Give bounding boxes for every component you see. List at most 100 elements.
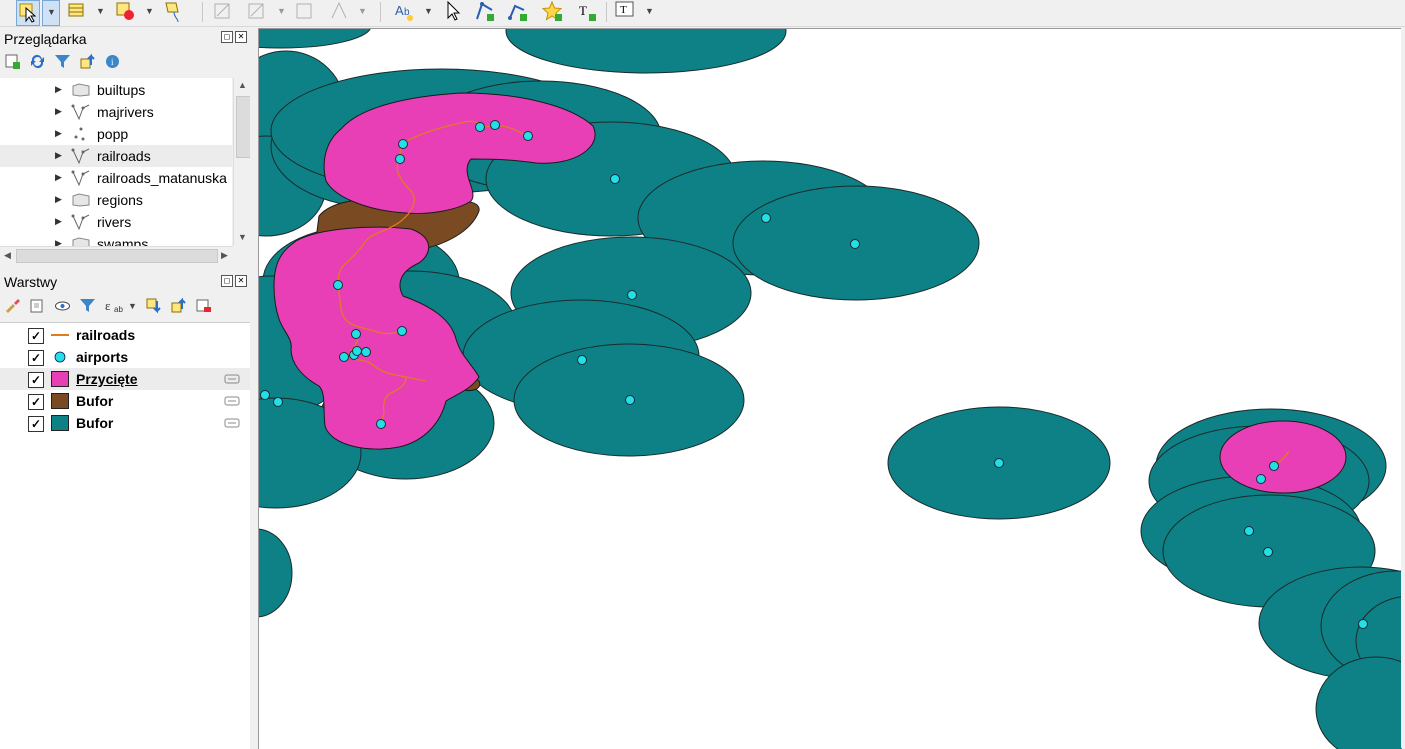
map-canvas[interactable] xyxy=(258,28,1402,749)
filter-icon[interactable] xyxy=(54,53,71,70)
float-panel-icon[interactable]: ◻ xyxy=(221,275,233,287)
refresh-icon[interactable] xyxy=(29,53,46,70)
add-node-icon[interactable] xyxy=(507,0,529,24)
layer-item-bufor-teal[interactable]: ✓ Bufor xyxy=(0,412,250,434)
layer-visibility-checkbox[interactable]: ✓ xyxy=(28,394,44,410)
tree-item-label: popp xyxy=(97,126,129,142)
line-symbol-icon xyxy=(51,334,69,336)
text-icon[interactable]: T xyxy=(614,0,636,24)
layer-visibility-checkbox[interactable]: ✓ xyxy=(28,416,44,432)
scroll-up-icon[interactable]: ▲ xyxy=(238,80,247,90)
scrollbar-thumb[interactable] xyxy=(16,249,218,263)
chevron-down-icon[interactable]: ▼ xyxy=(358,6,367,16)
info-icon[interactable]: i xyxy=(104,53,121,70)
close-panel-icon[interactable]: ✕ xyxy=(235,31,247,43)
tree-item-label: builtups xyxy=(97,82,146,98)
close-panel-icon[interactable]: ✕ xyxy=(235,275,247,287)
layer-label: Bufor xyxy=(76,393,114,409)
polygon-symbol-icon xyxy=(51,393,69,409)
star-icon[interactable] xyxy=(541,0,563,24)
line-layer-icon xyxy=(71,214,90,231)
layer-item-przyciete[interactable]: ✓ Przycięte xyxy=(0,368,250,390)
layer-visibility-checkbox[interactable]: ✓ xyxy=(28,350,44,366)
polygon-layer-icon xyxy=(72,237,90,246)
select-dropdown-button[interactable]: ▼ xyxy=(42,0,60,26)
line-layer-icon xyxy=(71,104,90,121)
panel-splitter[interactable] xyxy=(250,28,258,748)
edit-icon[interactable] xyxy=(246,0,268,24)
chevron-down-icon[interactable]: ▼ xyxy=(645,6,654,16)
remove-layer-icon[interactable] xyxy=(195,297,212,314)
float-panel-icon[interactable]: ◻ xyxy=(221,31,233,43)
polygon-layer-icon xyxy=(72,83,90,97)
remove-selection-icon[interactable] xyxy=(114,0,136,24)
tree-item-rivers[interactable]: ▶ rivers xyxy=(0,211,232,233)
tree-item-label: railroads xyxy=(97,148,151,164)
map-render[interactable] xyxy=(259,29,1402,749)
digitize-icon[interactable] xyxy=(212,0,234,24)
tree-item-regions[interactable]: ▶ regions xyxy=(0,189,232,211)
layer-visibility-checkbox[interactable]: ✓ xyxy=(28,328,44,344)
tree-item-railroads[interactable]: ▶ railroads xyxy=(0,145,232,167)
polygon-symbol-icon xyxy=(51,371,69,387)
layers-panel-title: Warstwy xyxy=(4,274,58,290)
deselect-icon[interactable] xyxy=(162,0,184,24)
polygon-symbol-icon xyxy=(51,415,69,431)
browser-vertical-scrollbar[interactable]: ▲ ▼ xyxy=(233,78,251,246)
svg-text:T: T xyxy=(620,4,627,16)
scrollbar-thumb[interactable] xyxy=(236,96,251,158)
collapse-all-icon[interactable] xyxy=(79,53,96,70)
chevron-down-icon[interactable]: ▼ xyxy=(424,6,433,16)
chevron-down-icon[interactable]: ▼ xyxy=(96,6,105,16)
layer-visibility-checkbox[interactable]: ✓ xyxy=(28,372,44,388)
text-annotation-icon[interactable]: T xyxy=(576,0,598,24)
chevron-down-icon[interactable]: ▼ xyxy=(145,6,154,16)
tree-item-builtups[interactable]: ▶ builtups xyxy=(0,79,232,101)
layer-effects-icon[interactable] xyxy=(224,373,240,385)
layer-item-railroads[interactable]: ✓ railroads xyxy=(0,324,250,346)
expand-all-icon[interactable] xyxy=(145,297,162,314)
layers-tree: ✓ railroads ✓ airports ✓ Przycięte ✓ Buf… xyxy=(0,322,250,749)
svg-text:ab: ab xyxy=(114,305,123,314)
layer-effects-icon[interactable] xyxy=(224,417,240,429)
node-tool-icon[interactable] xyxy=(294,0,316,24)
scroll-left-icon[interactable]: ◀ xyxy=(4,250,11,261)
vertex-icon[interactable] xyxy=(328,0,350,24)
browser-horizontal-scrollbar[interactable]: ◀ ▶ xyxy=(0,246,233,264)
layer-label: Przycięte xyxy=(76,371,138,387)
chevron-down-icon[interactable]: ▼ xyxy=(128,301,137,311)
layer-effects-icon[interactable] xyxy=(224,395,240,407)
add-layer-icon[interactable] xyxy=(4,53,21,70)
browser-tree: ▶ builtups ▶ majrivers ▶ popp ▶ railroad… xyxy=(0,78,232,246)
scroll-right-icon[interactable]: ▶ xyxy=(221,250,228,261)
point-symbol-icon xyxy=(54,351,66,363)
style-brush-icon[interactable] xyxy=(4,297,21,314)
tree-item-swamps[interactable]: ▶ swamps xyxy=(0,233,232,246)
tree-item-popp[interactable]: ▶ popp xyxy=(0,123,232,145)
add-line-icon[interactable] xyxy=(474,0,496,24)
attribute-table-icon[interactable] xyxy=(66,0,88,24)
label-icon[interactable]: Ab xyxy=(394,0,416,24)
tree-item-label: rivers xyxy=(97,214,132,230)
svg-text:A: A xyxy=(395,3,404,18)
layer-item-bufor-brown[interactable]: ✓ Bufor xyxy=(0,390,250,412)
layer-label: Bufor xyxy=(76,415,114,431)
filter-icon[interactable] xyxy=(79,297,96,314)
tree-item-majrivers[interactable]: ▶ majrivers xyxy=(0,101,232,123)
browser-panel: Przeglądarka ◻ ✕ i ▶ builtups ▶ majriver… xyxy=(0,28,251,264)
pan-icon[interactable] xyxy=(442,0,464,24)
add-group-icon[interactable] xyxy=(29,297,46,314)
layer-item-airports[interactable]: ✓ airports xyxy=(0,346,250,368)
chevron-down-icon[interactable]: ▼ xyxy=(277,6,286,16)
scroll-down-icon[interactable]: ▼ xyxy=(238,232,247,242)
visibility-eye-icon[interactable] xyxy=(54,297,71,314)
collapse-all-icon[interactable] xyxy=(170,297,187,314)
tree-item-label: railroads_matanuska xyxy=(97,170,227,186)
point-layer-icon xyxy=(74,127,85,141)
svg-text:T: T xyxy=(579,3,587,18)
expression-filter-icon[interactable]: ε ab xyxy=(104,297,126,314)
tree-item-label: regions xyxy=(97,192,143,208)
select-features-icon[interactable] xyxy=(16,0,40,26)
tree-item-railroads-matanuska[interactable]: ▶ railroads_matanuska xyxy=(0,167,232,189)
line-layer-icon xyxy=(71,170,90,187)
